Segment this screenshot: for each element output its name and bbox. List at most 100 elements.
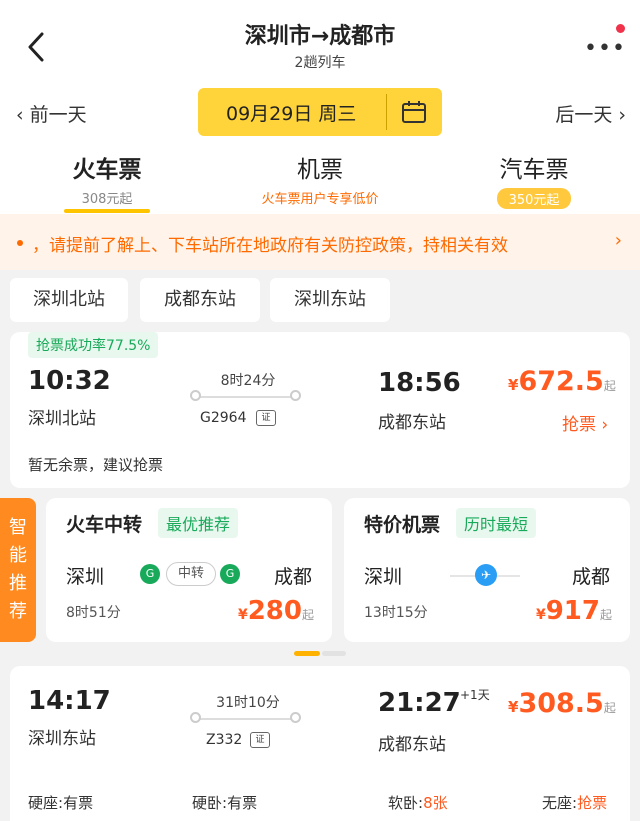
smart-recommend-tag: 智能推荐 <box>0 498 36 642</box>
date-selector[interactable]: 09月29日 周三 <box>198 88 442 136</box>
tab-flight[interactable]: 机票 火车票用户专享低价 <box>232 150 408 207</box>
price-currency: ¥ <box>237 607 248 623</box>
price-value: 308.5 <box>518 688 604 719</box>
tab-bus[interactable]: 汽车票 350元起 <box>486 150 582 209</box>
page-subtitle: 2趟列车 <box>294 55 346 71</box>
depart-time: 14:17 <box>28 686 111 716</box>
date-label: 09月29日 周三 <box>226 103 357 125</box>
notice-banner[interactable]: ，请提前了解上、下车站所在地政府有关防控政策，持相关有效 › <box>0 214 640 270</box>
day-offset: +1天 <box>460 688 490 702</box>
next-day-button[interactable]: 后一天 › <box>555 100 626 127</box>
duration: 31时10分 <box>216 695 280 711</box>
tab-bus-sub: 350元起 <box>496 188 572 209</box>
more-icon[interactable]: ••• <box>584 36 626 61</box>
success-rate-badge: 抢票成功率77.5% <box>28 332 159 358</box>
price-suffix: 起 <box>603 701 616 715</box>
tab-train[interactable]: 火车票 308元起 <box>64 150 150 207</box>
price-currency: ¥ <box>508 376 519 394</box>
train-card[interactable]: 抢票成功率77.5% 10:32 深圳北站 8时24分 G2964 证 18:5… <box>10 332 630 488</box>
seat-type: 无座: <box>542 794 578 812</box>
price-suffix: 起 <box>599 608 612 622</box>
route-line <box>196 396 300 398</box>
carousel-indicator-active <box>294 651 320 656</box>
calendar-icon[interactable] <box>401 99 427 125</box>
seat-status: 8张 <box>423 794 448 812</box>
plane-icon: ✈ <box>475 564 497 586</box>
transfer-duration: 8时51分 <box>66 605 121 621</box>
arrive-station: 成都东站 <box>378 735 446 755</box>
price-value: 917 <box>545 596 600 626</box>
availability-note: 暂无余票，建议抢票 <box>28 456 164 474</box>
next-day-label: 后一天 <box>555 104 613 126</box>
transfer-to: 成都 <box>274 566 313 588</box>
route-dot <box>190 712 201 723</box>
tab-train-sub: 308元起 <box>81 192 133 207</box>
arrive-time: 21:27 <box>378 688 461 718</box>
price-value: 280 <box>247 596 302 626</box>
price: ¥672.5起 <box>508 366 616 397</box>
seat-type: 软卧: <box>388 794 424 812</box>
flight-title: 特价机票 <box>364 514 441 536</box>
seat-type: 硬卧: <box>192 794 228 812</box>
flight-from: 深圳 <box>364 566 403 588</box>
page-title: 深圳市→成都市 <box>244 24 396 49</box>
notice-text: ，请提前了解上、下车站所在地政府有关防控政策，持相关有效 <box>32 236 508 256</box>
train-icon: G <box>140 564 160 584</box>
route-dot <box>190 390 201 401</box>
tab-bus-label: 汽车票 <box>499 157 569 183</box>
chevron-right-icon: › <box>614 230 622 251</box>
seat-hard-sleeper: 硬卧:有票 <box>192 792 257 813</box>
prev-day-button[interactable]: ‹ 前一天 <box>16 100 87 127</box>
seat-status: 有票 <box>227 794 258 812</box>
prev-day-label: 前一天 <box>29 104 87 126</box>
seat-type: 硬座: <box>28 794 64 812</box>
tab-train-label: 火车票 <box>72 157 142 183</box>
grab-ticket-button[interactable]: 抢票 › <box>562 410 608 435</box>
depart-station: 深圳东站 <box>28 729 96 749</box>
station-filters: 深圳北站 成都东站 深圳东站 <box>0 278 640 324</box>
train-number: G2964 <box>200 410 247 426</box>
transfer-badge: 最优推荐 <box>158 508 239 538</box>
tab-flight-sub: 火车票用户专享低价 <box>261 192 379 207</box>
active-tab-indicator <box>64 209 150 213</box>
depart-time: 10:32 <box>28 366 111 396</box>
header: 深圳市→成都市 2趟列车 ••• ‹ 前一天 09月29日 周三 后一天 › 火… <box>0 0 640 270</box>
seat-hard-seat: 硬座:有票 <box>28 792 93 813</box>
seat-status: 有票 <box>63 794 94 812</box>
transfer-from: 深圳 <box>66 566 105 588</box>
flight-badge: 历时最短 <box>456 508 537 538</box>
notification-dot <box>616 24 625 33</box>
transfer-pill: 中转 <box>166 562 216 586</box>
smart-recommend-label: 智能推荐 <box>9 517 27 622</box>
date-bar: ‹ 前一天 09月29日 周三 后一天 › <box>0 88 640 136</box>
price-currency: ¥ <box>535 607 546 623</box>
seat-no-seat[interactable]: 无座:抢票 <box>542 792 607 813</box>
price-suffix: 起 <box>301 608 314 622</box>
date-divider <box>386 94 387 130</box>
seat-soft-sleeper: 软卧:8张 <box>388 792 448 813</box>
train-card[interactable]: 14:17 深圳东站 31时10分 Z332 证 21:27 +1天 成都东站 … <box>10 666 630 821</box>
seat-status: 抢票 <box>577 794 608 812</box>
train-number: Z332 <box>206 732 243 748</box>
filter-chip[interactable]: 深圳东站 <box>270 278 390 322</box>
flight-price: ¥917起 <box>536 596 612 626</box>
depart-station: 深圳北站 <box>28 409 96 429</box>
id-card-icon: 证 <box>256 410 276 426</box>
price-currency: ¥ <box>508 698 519 716</box>
price-value: 672.5 <box>518 366 604 397</box>
route-dot <box>290 712 301 723</box>
arrive-station: 成都东站 <box>378 413 446 433</box>
filter-chip[interactable]: 成都东站 <box>140 278 260 322</box>
notice-dot <box>17 240 23 246</box>
train-icon: G <box>220 564 240 584</box>
transfer-card[interactable]: 火车中转 最优推荐 深圳 G 中转 G 成都 8时51分 ¥280起 <box>46 498 332 642</box>
route-line <box>196 718 300 720</box>
filter-chip[interactable]: 深圳北站 <box>10 278 128 322</box>
route-dot <box>290 390 301 401</box>
id-card-icon: 证 <box>250 732 270 748</box>
transport-tabs: 火车票 308元起 机票 火车票用户专享低价 汽车票 350元起 <box>0 150 640 216</box>
carousel-indicator <box>322 651 346 656</box>
arrive-time: 18:56 <box>378 368 461 398</box>
flight-card[interactable]: 特价机票 历时最短 深圳 ✈ 成都 13时15分 ¥917起 <box>344 498 630 642</box>
duration: 8时24分 <box>220 373 276 389</box>
